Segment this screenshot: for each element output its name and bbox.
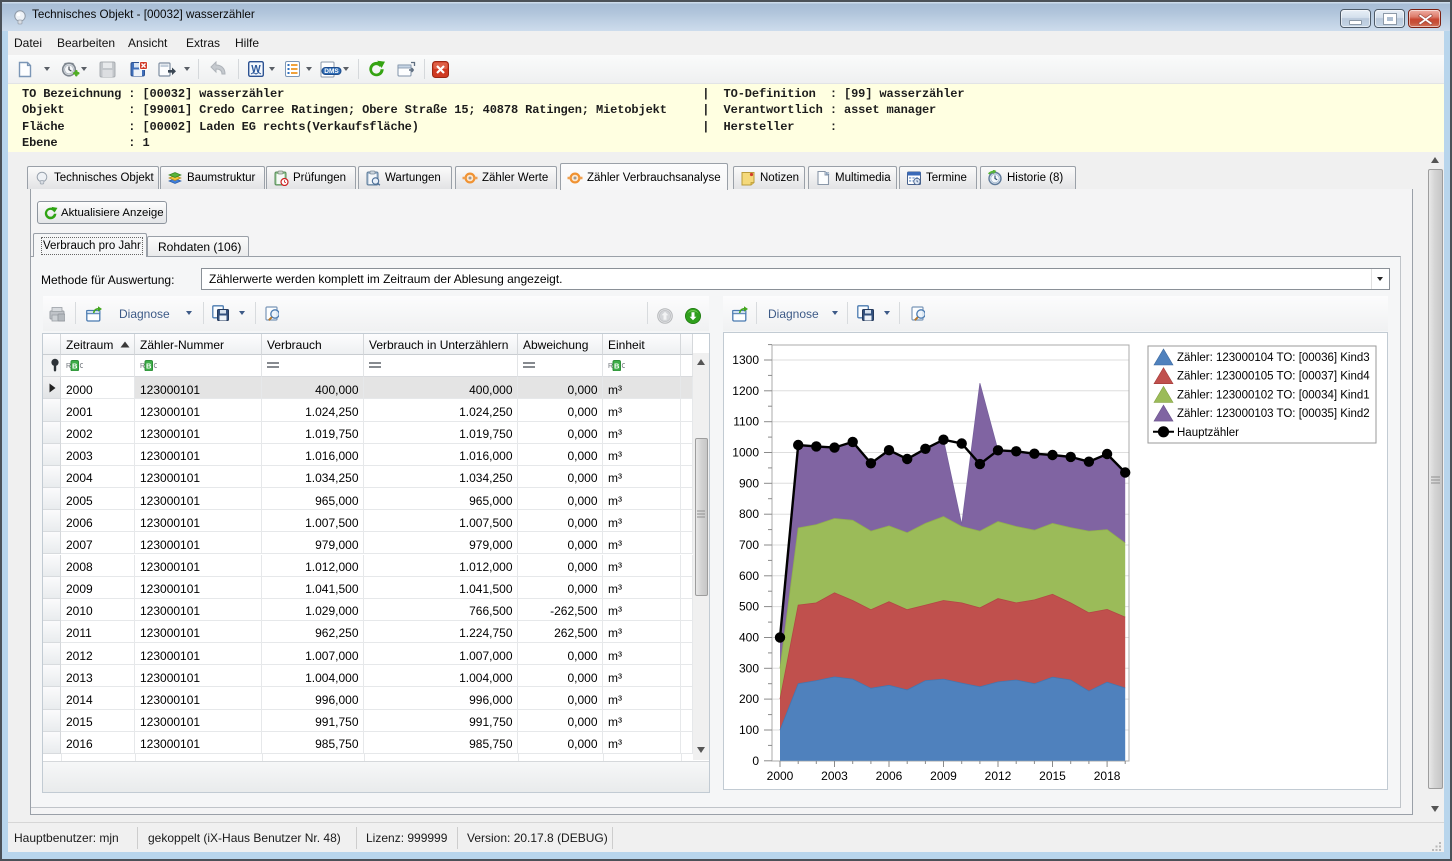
svg-text:G: G: [826, 171, 830, 176]
svg-text:2012: 2012: [985, 769, 1012, 783]
svg-text:1300: 1300: [732, 353, 759, 367]
svg-text:2006: 2006: [876, 769, 903, 783]
svg-text:Zähler: 123000103 TO: [00035]: Zähler: 123000103 TO: [00035] Kind2: [1177, 408, 1370, 420]
svg-text:DMS: DMS: [324, 68, 339, 75]
svg-text:R: R: [140, 363, 145, 370]
svg-text:2000: 2000: [767, 769, 794, 783]
svg-text:Zähler: 123000104 TO: [00036]: Zähler: 123000104 TO: [00036] Kind3: [1177, 352, 1370, 364]
svg-text:B: B: [72, 362, 78, 371]
svg-text:R: R: [66, 363, 71, 370]
svg-text:800: 800: [739, 507, 759, 521]
svg-text:C: C: [154, 363, 158, 370]
svg-text:1100: 1100: [733, 415, 759, 429]
svg-text:Zähler: 123000105 TO: [00037]: Zähler: 123000105 TO: [00037] Kind4: [1177, 371, 1370, 383]
svg-text:200: 200: [739, 692, 759, 706]
svg-text:400: 400: [739, 631, 759, 645]
svg-text:C: C: [80, 363, 84, 370]
svg-text:100: 100: [739, 723, 759, 737]
svg-text:1000: 1000: [732, 446, 759, 460]
svg-text:R: R: [608, 363, 613, 370]
svg-text:700: 700: [739, 538, 759, 552]
svg-text:2009: 2009: [930, 769, 957, 783]
svg-text:600: 600: [739, 569, 759, 583]
svg-text:C: C: [622, 363, 626, 370]
svg-text:Hauptzähler: Hauptzähler: [1177, 427, 1239, 439]
svg-text:2003: 2003: [821, 769, 848, 783]
svg-text:Zähler: 123000102 TO: [00034]: Zähler: 123000102 TO: [00034] Kind1: [1177, 389, 1370, 401]
svg-text:900: 900: [739, 476, 759, 490]
svg-text:B: B: [146, 362, 152, 371]
svg-text:500: 500: [739, 600, 759, 614]
svg-text:0: 0: [752, 754, 759, 768]
svg-text:300: 300: [739, 661, 759, 675]
svg-text:B: B: [614, 362, 620, 371]
svg-text:2018: 2018: [1094, 769, 1121, 783]
svg-text:1200: 1200: [732, 384, 759, 398]
svg-text:2015: 2015: [1039, 769, 1066, 783]
